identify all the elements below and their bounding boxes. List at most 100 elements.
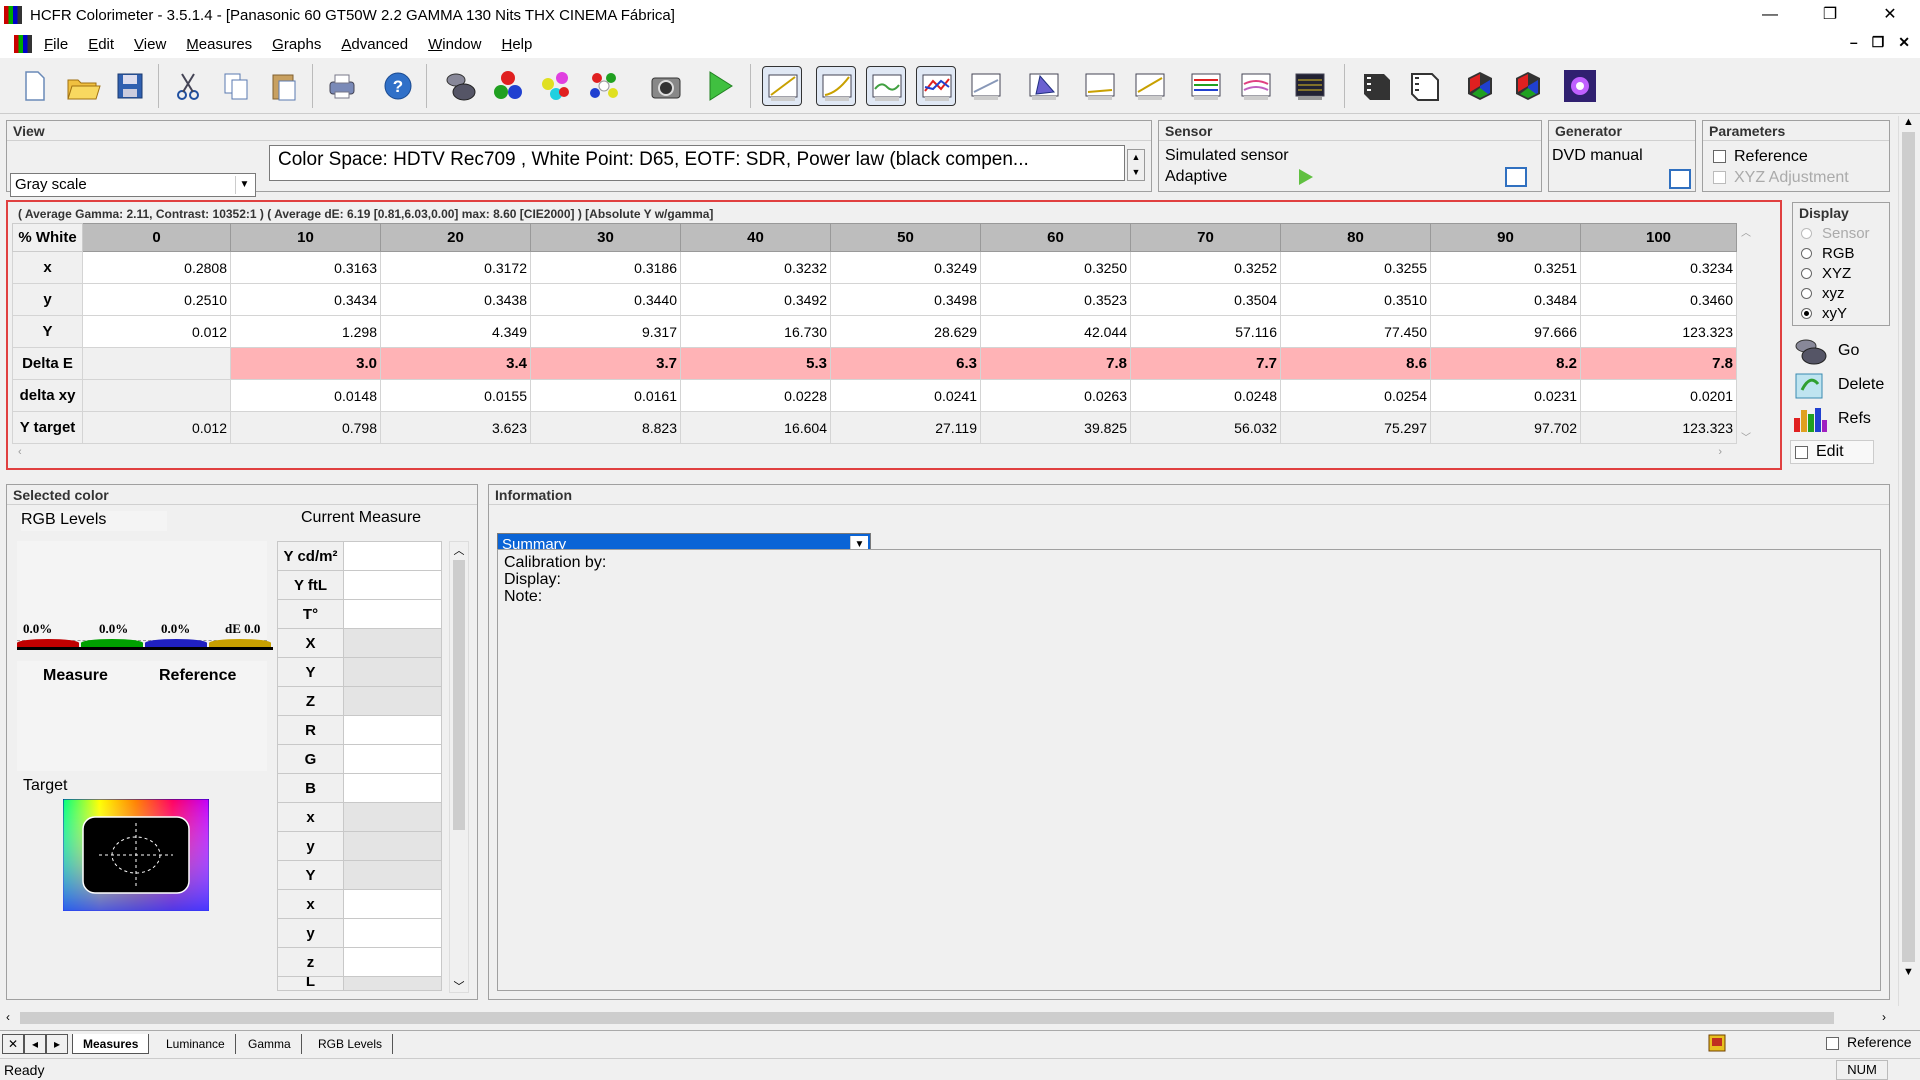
display-option-xyz-lower[interactable]: xyz [1801,283,1889,303]
measure-value-cell[interactable] [343,860,442,890]
grid-cell[interactable]: 97.702 [1430,411,1581,444]
grid-cell[interactable]: 5.3 [680,347,831,380]
display-option-xyz-upper[interactable]: XYZ [1801,263,1889,283]
camera-icon[interactable] [646,66,686,106]
grid-cell[interactable]: 0.012 [82,315,231,348]
all-colors-icon[interactable] [584,66,624,106]
grid-cell[interactable]: 42.044 [980,315,1131,348]
display-option-sensor[interactable]: Sensor [1801,223,1889,243]
grid-cell[interactable]: 0.798 [230,411,381,444]
grid-cell[interactable]: 0.3434 [230,283,381,316]
grid-cell[interactable]: 0.3498 [830,283,981,316]
grid-cell[interactable]: 8.823 [530,411,681,444]
row-label[interactable]: Y target [12,411,83,444]
grid-cell[interactable]: 0.0155 [380,379,531,412]
go-button[interactable]: Go [1790,334,1890,368]
grid-col-header[interactable]: 90 [1430,223,1581,252]
grid-col-header[interactable]: 60 [980,223,1131,252]
scroll-right-icon[interactable]: › [1882,1010,1886,1024]
graph-view-8-icon[interactable] [1130,66,1170,106]
grid-cell[interactable]: 1.298 [230,315,381,348]
menu-file[interactable]: File [36,36,80,53]
film-icon[interactable] [1356,66,1396,106]
minimize-button[interactable]: — [1740,0,1800,30]
color-temp-graph-icon[interactable] [1236,66,1276,106]
close-tab-icon[interactable]: ✕ [2,1034,24,1054]
grid-col-header[interactable]: 30 [530,223,681,252]
mdi-restore-button[interactable]: ❐ [1872,34,1885,51]
cube-2-icon[interactable] [1508,66,1548,106]
grid-cell[interactable]: 0.0248 [1130,379,1281,412]
save-icon[interactable] [110,66,150,106]
measure-value-cell[interactable] [343,541,442,571]
menu-view[interactable]: View [126,36,178,53]
grid-cell[interactable]: 0.3163 [230,251,381,284]
copy-icon[interactable] [216,66,256,106]
scroll-up-icon[interactable]: ︿ [450,542,468,558]
grid-cell[interactable]: 0.0263 [980,379,1131,412]
xyz-adjustment-checkbox[interactable]: XYZ Adjustment [1713,169,1849,187]
grid-cell[interactable]: 0.3251 [1430,251,1581,284]
reference-checkbox[interactable]: Reference [1713,148,1808,166]
restore-button[interactable]: ❐ [1800,0,1860,30]
menu-graphs[interactable]: Graphs [264,36,333,53]
grid-cell[interactable]: 7.7 [1130,347,1281,380]
edit-checkbox-box[interactable] [1795,445,1808,459]
target-color-chart[interactable] [62,798,210,912]
measure-value-cell[interactable] [343,686,442,716]
next-tab-icon[interactable]: ▸ [46,1034,68,1054]
grid-cell[interactable]: 6.3 [830,347,981,380]
menu-window[interactable]: Window [420,36,493,53]
grid-cell[interactable]: 123.323 [1580,315,1737,348]
grid-cell[interactable]: 0.3460 [1580,283,1737,316]
grid-cell[interactable] [82,347,231,380]
primaries-icon[interactable] [488,66,528,106]
new-document-icon[interactable] [14,66,54,106]
measure-table-scrollbar[interactable]: ︿ ﹀ [449,541,469,993]
grid-cell[interactable]: 0.3492 [680,283,831,316]
grid-cell[interactable] [82,379,231,412]
grid-cell[interactable]: 0.3255 [1280,251,1431,284]
grid-cell[interactable]: 7.8 [980,347,1131,380]
grid-cell[interactable]: 0.3504 [1130,283,1281,316]
graph-view-5-icon[interactable] [966,66,1006,106]
grid-cell[interactable]: 77.450 [1280,315,1431,348]
grid-cell[interactable]: 123.323 [1580,411,1737,444]
measure-value-cell[interactable] [343,802,442,832]
grid-cell[interactable]: 9.317 [530,315,681,348]
film-outline-icon[interactable] [1404,66,1444,106]
play-icon[interactable] [700,66,740,106]
grid-col-header[interactable]: 0 [82,223,231,252]
grid-cell[interactable]: 0.0228 [680,379,831,412]
menu-edit[interactable]: Edit [80,36,126,53]
measure-value-cell[interactable] [343,715,442,745]
grid-cell[interactable]: 0.3249 [830,251,981,284]
info-text-area[interactable]: Calibration by: Display: Note: [497,549,1881,991]
grid-cell[interactable]: 28.629 [830,315,981,348]
graph-view-7-icon[interactable] [1080,66,1120,106]
tab-rgb-levels[interactable]: RGB Levels [308,1034,394,1054]
measure-screen-icon[interactable] [1290,66,1330,106]
grid-cell[interactable]: 0.3440 [530,283,681,316]
cube-icon[interactable] [1460,66,1500,106]
grid-col-header[interactable]: 100 [1580,223,1737,252]
sensor-play-icon[interactable] [1299,169,1313,185]
grid-cell[interactable]: 0.0254 [1280,379,1431,412]
scroll-thumb[interactable] [453,560,465,830]
grid-cell[interactable]: 0.3250 [980,251,1131,284]
grid-cell[interactable]: 0.3186 [530,251,681,284]
grid-cell[interactable]: 0.3510 [1280,283,1431,316]
grid-cell[interactable]: 16.730 [680,315,831,348]
grid-cell[interactable]: 27.119 [830,411,981,444]
menu-help[interactable]: Help [493,36,544,53]
mdi-close-button[interactable]: ✕ [1898,34,1910,51]
measure-value-cell[interactable] [343,918,442,948]
document-icon[interactable] [14,35,32,53]
graph-view-1-icon[interactable] [762,66,802,106]
graph-view-4-icon[interactable] [916,66,956,106]
measure-value-cell[interactable] [343,831,442,861]
grid-cell[interactable]: 0.0201 [1580,379,1737,412]
measure-value-cell[interactable] [343,657,442,687]
menu-measures[interactable]: Measures [178,36,264,53]
grid-cell[interactable]: 0.0241 [830,379,981,412]
